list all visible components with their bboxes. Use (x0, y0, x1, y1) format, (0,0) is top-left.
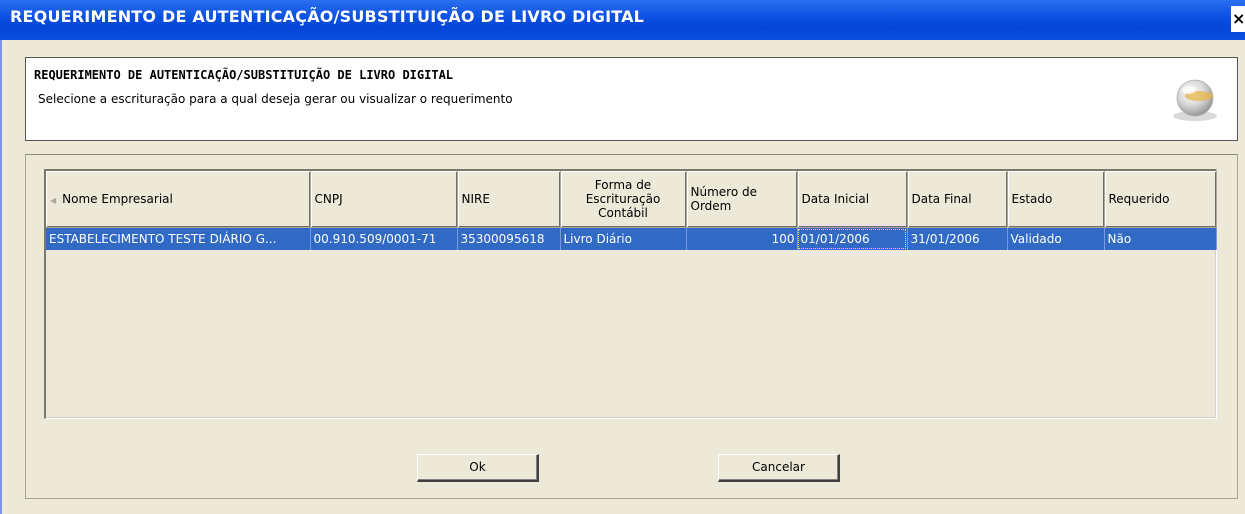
column-header-estado[interactable]: Estado (1007, 171, 1105, 228)
cell-nome[interactable]: ESTABELECIMENTO TESTE DIÁRIO G... (46, 227, 311, 250)
sort-indicator-icon: ◀ (50, 196, 57, 205)
header-title: REQUERIMENTO DE AUTENTICAÇÃO/SUBSTITUIÇÃ… (34, 68, 454, 82)
escrituracao-table-frame: ◀ Nome Empresarial CNPJ NIRE Forma de Esc… (44, 169, 1217, 419)
cancel-button[interactable]: Cancelar (718, 454, 840, 482)
cell-forma[interactable]: Livro Diário (560, 227, 687, 250)
column-header-data-inicial[interactable]: Data Inicial (797, 171, 908, 228)
ok-button[interactable]: Ok (417, 454, 539, 482)
content-panel: ◀ Nome Empresarial CNPJ NIRE Forma de Esc… (25, 154, 1238, 499)
cell-data-inicial[interactable]: 01/01/2006 (797, 227, 908, 250)
cell-requerido[interactable]: Não (1104, 227, 1217, 250)
escrituracao-table: ◀ Nome Empresarial CNPJ NIRE Forma de Esc… (46, 171, 1217, 250)
column-header-nire[interactable]: NIRE (457, 171, 561, 228)
column-header-cnpj[interactable]: CNPJ (310, 171, 458, 228)
window-border (0, 40, 8, 514)
cell-nire[interactable]: 35300095618 (457, 227, 561, 250)
column-header-numero[interactable]: Número de Ordem (686, 171, 798, 228)
cell-numero[interactable]: 100 (686, 227, 798, 250)
header-panel: REQUERIMENTO DE AUTENTICAÇÃO/SUBSTITUIÇÃ… (25, 57, 1238, 141)
table-row[interactable]: ESTABELECIMENTO TESTE DIÁRIO G... 00.910… (46, 227, 1217, 250)
column-header-data-final[interactable]: Data Final (907, 171, 1008, 228)
cell-estado[interactable]: Validado (1007, 227, 1105, 250)
window-title: REQUERIMENTO DE AUTENTICAÇÃO/SUBSTITUIÇÃ… (10, 7, 645, 26)
column-header-nome[interactable]: ◀ Nome Empresarial (46, 171, 311, 228)
window-titlebar: REQUERIMENTO DE AUTENTICAÇÃO/SUBSTITUIÇÃ… (0, 0, 1245, 40)
close-icon[interactable]: × (1232, 9, 1245, 28)
cell-cnpj[interactable]: 00.910.509/0001-71 (310, 227, 458, 250)
close-button[interactable]: × (1231, 6, 1245, 32)
sped-globe-logo-icon (1173, 79, 1217, 121)
header-subtitle: Selecione a escrituração para a qual des… (38, 92, 513, 106)
column-header-forma[interactable]: Forma de Escrituração Contábil (560, 171, 687, 228)
cell-data-final[interactable]: 31/01/2006 (907, 227, 1008, 250)
table-header-row: ◀ Nome Empresarial CNPJ NIRE Forma de Esc… (46, 171, 1217, 228)
column-header-requerido[interactable]: Requerido (1104, 171, 1217, 228)
